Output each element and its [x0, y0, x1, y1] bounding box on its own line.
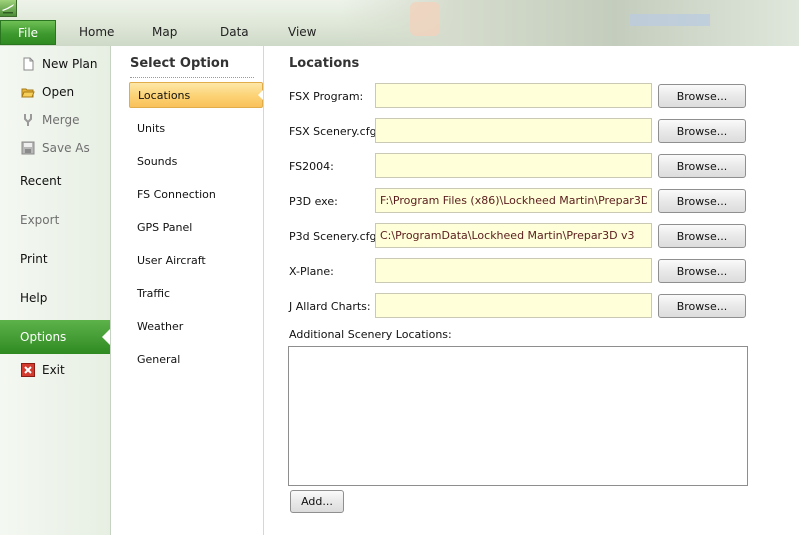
menu-export[interactable]: Export [0, 207, 110, 233]
menu-item-label: Options [20, 330, 67, 344]
p3d-exe-field[interactable] [375, 188, 652, 213]
menu-item-label: Print [20, 252, 48, 266]
option-sounds[interactable]: Sounds [129, 148, 263, 174]
fsx-scenery-field[interactable] [375, 118, 652, 143]
menu-open[interactable]: Open [0, 79, 110, 105]
fs2004-browse-button[interactable]: Browse... [658, 154, 746, 178]
menu-item-label: Merge [42, 113, 80, 127]
option-traffic[interactable]: Traffic [129, 280, 263, 306]
menu-item-label: Recent [20, 174, 62, 188]
p3d-scenery-browse-button[interactable]: Browse... [658, 224, 746, 248]
locations-title: Locations [289, 56, 360, 71]
x-plane-browse-button[interactable]: Browse... [658, 259, 746, 283]
menu-help[interactable]: Help [0, 285, 110, 311]
option-locations[interactable]: Locations [129, 82, 263, 108]
option-units[interactable]: Units [129, 115, 263, 141]
j-allard-charts-field[interactable] [375, 293, 652, 318]
x-plane-label: X-Plane: [289, 265, 334, 278]
backstage-menu: New Plan Open Merge Save As Recent Expor… [0, 46, 111, 535]
save-icon [20, 140, 36, 156]
fsx-program-label: FSX Program: [289, 90, 364, 103]
ribbon-background-art [340, 0, 799, 46]
app-icon[interactable] [0, 0, 17, 17]
merge-icon [20, 112, 36, 128]
menu-new-plan[interactable]: New Plan [0, 51, 110, 77]
option-general[interactable]: General [129, 346, 263, 372]
menu-item-label: New Plan [42, 57, 98, 71]
option-user-aircraft[interactable]: User Aircraft [129, 247, 263, 273]
select-option-panel: Select Option Locations Units Sounds FS … [111, 46, 264, 535]
option-fs-connection[interactable]: FS Connection [129, 181, 263, 207]
p3d-exe-browse-button[interactable]: Browse... [658, 189, 746, 213]
title-divider [130, 77, 254, 78]
menu-recent[interactable]: Recent [0, 168, 110, 194]
tab-data[interactable]: Data [220, 20, 249, 44]
new-document-icon [20, 56, 36, 72]
open-folder-icon [20, 84, 36, 100]
p3d-scenery-field[interactable] [375, 223, 652, 248]
p3d-scenery-label: P3d Scenery.cfg: [289, 230, 381, 243]
locations-panel: Locations FSX Program: Browse... FSX Sce… [264, 46, 799, 535]
tab-view[interactable]: View [288, 20, 316, 44]
tab-map[interactable]: Map [152, 20, 177, 44]
menu-item-label: Export [20, 213, 60, 227]
additional-scenery-list[interactable] [288, 346, 748, 486]
ribbon-bar: File Home Map Data View [0, 0, 799, 47]
add-scenery-button[interactable]: Add... [290, 490, 344, 513]
p3d-exe-label: P3D exe: [289, 195, 338, 208]
j-allard-charts-browse-button[interactable]: Browse... [658, 294, 746, 318]
menu-merge[interactable]: Merge [0, 107, 110, 133]
option-weather[interactable]: Weather [129, 313, 263, 339]
j-allard-charts-label: J Allard Charts: [289, 300, 371, 313]
exit-icon [20, 362, 36, 378]
additional-scenery-label: Additional Scenery Locations: [289, 328, 452, 341]
fs2004-label: FS2004: [289, 160, 334, 173]
fsx-scenery-label: FSX Scenery.cfg: [289, 125, 381, 138]
select-option-title: Select Option [130, 56, 230, 71]
fsx-program-browse-button[interactable]: Browse... [658, 84, 746, 108]
tab-home[interactable]: Home [79, 20, 114, 44]
menu-exit[interactable]: Exit [0, 357, 110, 383]
menu-item-label: Help [20, 291, 48, 305]
menu-save-as[interactable]: Save As [0, 135, 110, 161]
menu-print[interactable]: Print [0, 246, 110, 272]
fsx-program-field[interactable] [375, 83, 652, 108]
menu-item-label: Save As [42, 141, 90, 155]
option-gps-panel[interactable]: GPS Panel [129, 214, 263, 240]
fsx-scenery-browse-button[interactable]: Browse... [658, 119, 746, 143]
fs2004-field[interactable] [375, 153, 652, 178]
x-plane-field[interactable] [375, 258, 652, 283]
menu-options[interactable]: Options [0, 320, 110, 354]
menu-item-label: Exit [42, 363, 65, 377]
menu-item-label: Open [42, 85, 75, 99]
file-tab[interactable]: File [0, 20, 56, 45]
